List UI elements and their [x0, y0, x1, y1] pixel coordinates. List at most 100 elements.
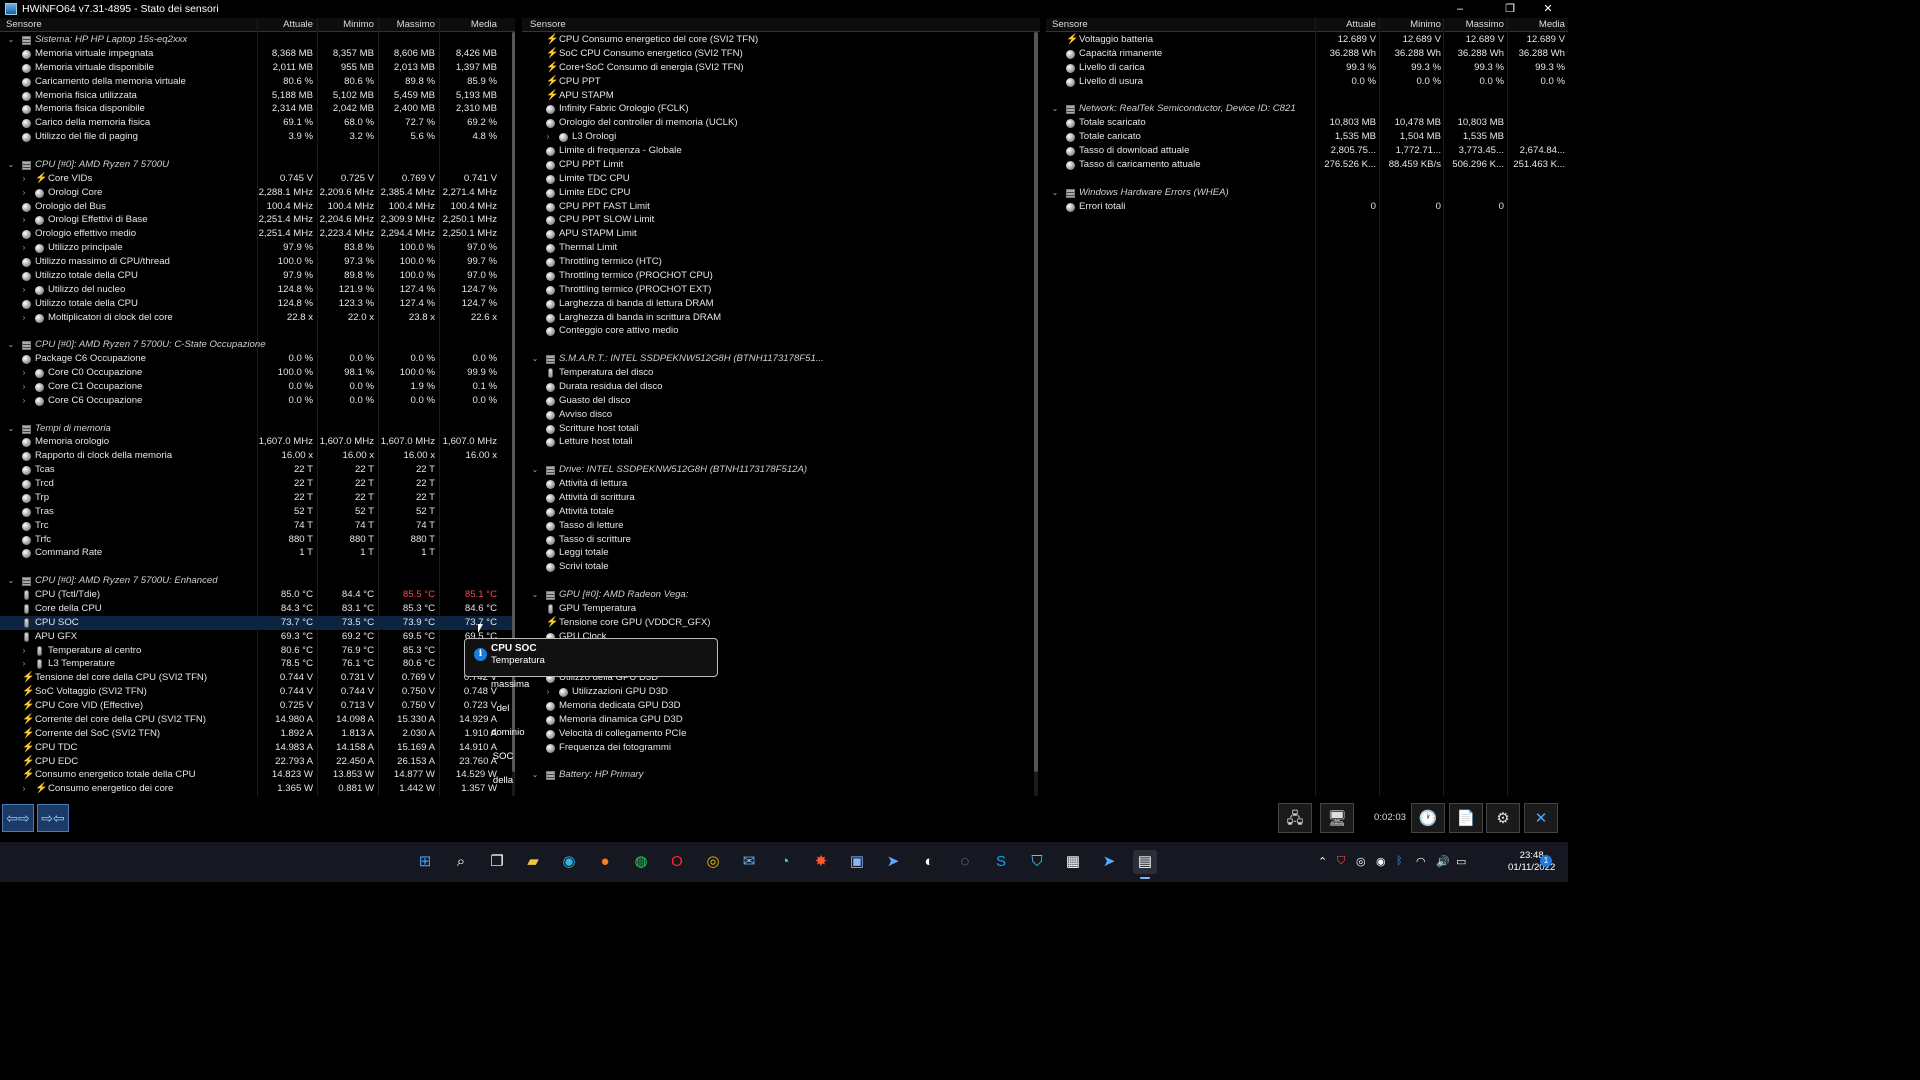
edge-icon[interactable]: ◉: [557, 850, 581, 874]
sensor-row[interactable]: Livello di usura 0.0 % 0.0 % 0.0 % 0.0 %: [1046, 75, 1568, 89]
sensor-row[interactable]: Attività di scrittura1.2 %0.1 %13.2 %1.3…: [522, 491, 1040, 505]
sensor-row[interactable]: Limite EDC CPU32.6 %32.1 %37.4 %33.9 %: [522, 186, 1040, 200]
sensor-row[interactable]: › Moltiplicatori di clock del core 22.8 x 2…: [0, 311, 515, 325]
sensor-row[interactable]: ⚡Tensione core GPU (VDDCR_GFX)0.676 V0.6…: [522, 616, 1040, 630]
sensor-row[interactable]: Throttling termico (HTC)NoNoNo: [522, 255, 1040, 269]
sensor-row[interactable]: ›L3 Orologi2,256.1 MHz2,233.6 MHz2,310.0…: [522, 130, 1040, 144]
sensor-group-header[interactable]: ⌄ Tempi di memoria: [0, 422, 515, 436]
expand-chevron-icon[interactable]: ›: [19, 657, 29, 671]
sensor-row[interactable]: CPU PPT FAST Limit55.6 %55.2 %55.9 %55.6…: [522, 200, 1040, 214]
chrome-icon[interactable]: ◎: [701, 850, 725, 874]
sensor-row[interactable]: Tasso di letture2.311 MB/s0.447 MB/s21.4…: [522, 519, 1040, 533]
sensor-row[interactable]: › Utilizzo del nucleo 124.8 % 121.9 % 127.4 …: [0, 283, 515, 297]
notification-badge[interactable]: 1: [1540, 855, 1552, 867]
collapse-columns-button[interactable]: ⇨⇦: [37, 804, 69, 832]
expand-chevron-icon[interactable]: ›: [19, 644, 29, 658]
sensor-row[interactable]: Trfc 880 T 880 T 880 T: [0, 533, 515, 547]
network-app-icon[interactable]: ◔: [773, 850, 797, 874]
header-sensor[interactable]: Sensore: [1052, 19, 1088, 30]
sensor-group-header[interactable]: ⌄ Sistema: HP HP Laptop 15s-eq2xxx: [0, 33, 515, 47]
sensor-row[interactable]: Limite di frequenza - Globale2,268.4 MHz…: [522, 144, 1040, 158]
sensor-panel-1[interactable]: Sensore Attuale Minimo Massimo Media ⌄ Sistema…: [0, 18, 515, 796]
sensor-row[interactable]: Memoria dedicata GPU D3D435 MB364 MB463 …: [522, 699, 1040, 713]
collapse-chevron-icon[interactable]: ⌄: [1050, 102, 1060, 116]
sensor-row[interactable]: › ⚡ Consumo energetico dei core 1.365 W 0.88…: [0, 782, 515, 796]
sensor-row[interactable]: Utilizzo totale della CPU 124.8 % 123.3 % 1…: [0, 297, 515, 311]
sensor-row[interactable]: ⚡ SoC Voltaggio (SVI2 TFN) 0.744 V 0.744 V 0…: [0, 685, 515, 699]
sensor-row[interactable]: Orologio effettivo medio 2,251.4 MHz 2,223…: [0, 227, 515, 241]
sensor-row[interactable]: Command Rate 1 T 1 T 1 T: [0, 546, 515, 560]
header-min[interactable]: Minimo: [314, 19, 374, 30]
sensor-row[interactable]: › Temperature al centro 80.6 °C 76.9 °C 85.3…: [0, 644, 515, 658]
search-icon[interactable]: ⌕: [449, 850, 473, 874]
sensor-row[interactable]: Rapporto di clock della memoria 16.00 x 16…: [0, 449, 515, 463]
collapse-chevron-icon[interactable]: ⌄: [530, 588, 540, 602]
app-icon-2[interactable]: ◐: [917, 850, 941, 874]
sensor-row[interactable]: Larghezza di banda di lettura DRAM3.092 …: [522, 297, 1040, 311]
expand-chevron-icon[interactable]: ›: [19, 186, 29, 200]
sensor-row[interactable]: Memoria fisica utilizzata 5,188 MB 5,102 M…: [0, 89, 515, 103]
sensor-row[interactable]: Scrivi totale93,565 MB93,181 MB93,565 MB: [522, 560, 1040, 574]
sensor-row[interactable]: Memoria virtuale impegnata 8,368 MB 8,357 …: [0, 47, 515, 61]
sensor-row[interactable]: Leggi totale132,177 MB131,975 MB132,177 …: [522, 546, 1040, 560]
header-current[interactable]: Attuale: [1316, 19, 1376, 30]
vpn-shield-icon[interactable]: ⛉: [1025, 850, 1049, 874]
minimize-button[interactable]: –: [1442, 0, 1478, 18]
sensor-row[interactable]: Errori totali 0 0 0: [1046, 200, 1568, 214]
expand-chevron-icon[interactable]: ›: [543, 685, 553, 699]
header-avg[interactable]: Media: [437, 19, 497, 30]
sensor-row[interactable]: CPU SOC 73.7 °C 73.5 °C 73.9 °C 73.7 °C: [0, 615, 515, 630]
sensor-row[interactable]: ⚡CPU PPT15.001 W14.938 W15.104 W15.004 W: [522, 75, 1040, 89]
sensor-row[interactable]: Tasso di caricamento attuale 276.526 K...…: [1046, 158, 1568, 172]
header-sensor[interactable]: Sensore: [530, 19, 566, 30]
collapse-chevron-icon[interactable]: ⌄: [6, 574, 16, 588]
close-sensors-icon[interactable]: ✕: [1524, 803, 1558, 833]
sensor-row[interactable]: ⚡ CPU Consumo energetico del core (SVI2 T…: [522, 33, 1040, 47]
app-icon-1[interactable]: ➤: [881, 850, 905, 874]
sensor-row[interactable]: Orologio del Bus 100.4 MHz 100.4 MHz 100.4 …: [0, 200, 515, 214]
connected-computers-icon[interactable]: 🖥: [1320, 803, 1354, 833]
sensor-panel-3[interactable]: Sensore Attuale Minimo Massimo Media ⚡ Voltagg…: [1046, 18, 1568, 796]
sensor-row[interactable]: Orologio del controller di memoria (UCLK…: [522, 116, 1040, 130]
sensor-row[interactable]: ⚡ CPU TDC 14.983 A 14.158 A 15.169 A 14.910 A: [0, 741, 515, 755]
opera-icon[interactable]: O: [665, 850, 689, 874]
antivirus-tray-icon[interactable]: ⛉: [1337, 855, 1345, 868]
sensor-row[interactable]: Memoria dinamica GPU D3D109 MB90 MB129 M…: [522, 713, 1040, 727]
sensor-row[interactable]: ⚡ Corrente del SoC (SVI2 TFN) 1.892 A 1.813…: [0, 727, 515, 741]
wifi-icon[interactable]: ◠: [1416, 855, 1426, 868]
sensor-row[interactable]: Avviso discoNoNoNo: [522, 408, 1040, 422]
expand-chevron-icon[interactable]: ›: [19, 241, 29, 255]
sensor-row[interactable]: ⚡ CPU Core VID (Effective) 0.725 V 0.713 V 0…: [0, 699, 515, 713]
settings-gear-icon[interactable]: ⚙: [1486, 803, 1520, 833]
sensor-row[interactable]: › Core C6 Occupazione 0.0 % 0.0 % 0.0 % 0.0 %: [0, 394, 515, 408]
battery-icon[interactable]: ▭: [1456, 855, 1466, 868]
sensor-row[interactable]: Tasso di download attuale 2,805.75... 1,77…: [1046, 144, 1568, 158]
sensor-row[interactable]: Carico della memoria fisica 69.1 % 68.0 % 7…: [0, 116, 515, 130]
sensor-row[interactable]: Attività di lettura3.7 %0.4 %48.9 %3.8 %: [522, 477, 1040, 491]
sensor-row[interactable]: › Core C0 Occupazione 100.0 % 98.1 % 100.0 %…: [0, 366, 515, 380]
sensor-row[interactable]: Totale caricato 1,535 MB 1,504 MB 1,535 MB: [1046, 130, 1568, 144]
mail-icon[interactable]: ✉: [737, 850, 761, 874]
expand-chevron-icon[interactable]: ›: [19, 311, 29, 325]
sensor-row[interactable]: ⚡ Corrente del core della CPU (SVI2 TFN) 1…: [0, 713, 515, 727]
sensor-row[interactable]: Durata residua del disco93.0 %93.0 %93.0…: [522, 380, 1040, 394]
sensor-row[interactable]: Memoria virtuale disponibile 2,011 MB 955 …: [0, 61, 515, 75]
sensor-row[interactable]: Frequenza dei fotogrammi0.0 FPS0.0 FPS0.…: [522, 741, 1040, 755]
expand-chevron-icon[interactable]: ›: [19, 172, 29, 186]
sensor-row[interactable]: Throttling termico (PROCHOT EXT)NoNoNo: [522, 283, 1040, 297]
sensor-group-header[interactable]: ⌄ Drive: INTEL SSDPEKNW512G8H (BTNH117317…: [522, 463, 1040, 477]
close-button[interactable]: ✕: [1530, 0, 1566, 18]
hwinfo-taskbar-icon[interactable]: ▤: [1133, 850, 1157, 879]
tray-app-icon-1[interactable]: ◎: [1356, 855, 1366, 868]
sensor-row[interactable]: Memoria orologio 1,607.0 MHz 1,607.0 MHz 1,…: [0, 435, 515, 449]
volume-icon[interactable]: 🔊: [1436, 855, 1450, 868]
collapse-chevron-icon[interactable]: ⌄: [1050, 186, 1060, 200]
skype-icon[interactable]: S: [989, 850, 1013, 874]
sensor-row[interactable]: Capacità rimanente 36.288 Wh 36.288 Wh 36.2…: [1046, 47, 1568, 61]
sensor-row[interactable]: › Utilizzo principale 97.9 % 83.8 % 100.0 % 9…: [0, 241, 515, 255]
sensor-row[interactable]: Livello di carica 99.3 % 99.3 % 99.3 % 99.3 …: [1046, 61, 1568, 75]
sensor-row[interactable]: Utilizzo totale della CPU 97.9 % 89.8 % 100…: [0, 269, 515, 283]
sensor-group-header[interactable]: ⌄ Network: RealTek Semiconductor, Device …: [1046, 102, 1568, 116]
sensor-row[interactable]: Tras 52 T 52 T 52 T: [0, 505, 515, 519]
calculator-icon[interactable]: ▦: [1061, 850, 1085, 874]
